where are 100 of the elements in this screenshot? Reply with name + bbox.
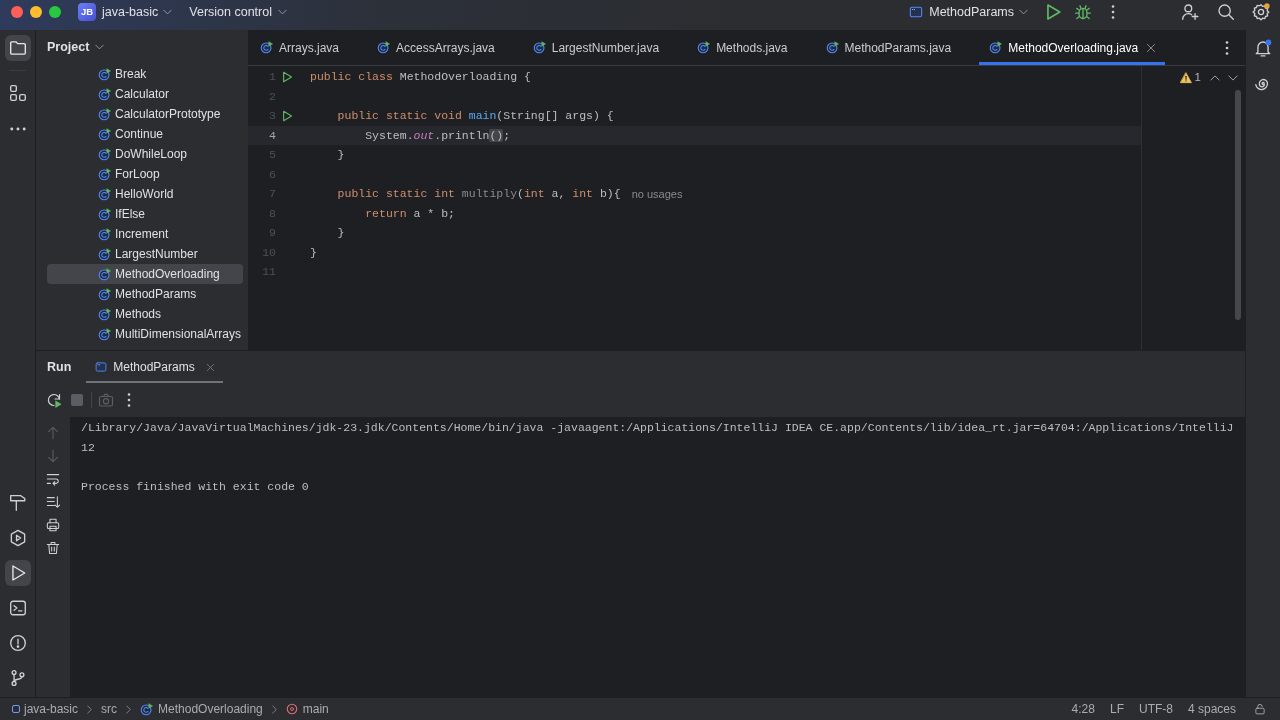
- class-icon: [98, 247, 111, 261]
- class-icon: [260, 41, 273, 54]
- search-icon[interactable]: [1217, 3, 1235, 21]
- editor-tab[interactable]: Arrays.java: [250, 30, 350, 65]
- run-gutter-icon[interactable]: [281, 70, 293, 83]
- inlay-hint: no usages: [631, 186, 683, 202]
- tree-item[interactable]: MethodOverloading: [47, 264, 243, 284]
- terminal-icon[interactable]: [8, 598, 27, 617]
- branch-icon[interactable]: [8, 668, 27, 687]
- play-hexagon-icon[interactable]: [8, 528, 27, 547]
- play-icon[interactable]: [4, 559, 31, 586]
- window-minimize-icon[interactable]: [30, 6, 42, 18]
- tree-item[interactable]: ForLoop: [47, 164, 243, 184]
- folder-icon[interactable]: [4, 35, 31, 61]
- more-icon[interactable]: [1111, 4, 1115, 20]
- tree-item[interactable]: Continue: [47, 124, 243, 144]
- circle-icon: [285, 703, 298, 715]
- more-icon[interactable]: [1225, 39, 1229, 56]
- panel-view-dropdown[interactable]: Project: [47, 37, 105, 57]
- initials-badge: JB: [78, 3, 96, 21]
- scrollbar-thumb[interactable]: [1235, 90, 1241, 320]
- editor-tab[interactable]: AccessArrays.java: [367, 30, 505, 65]
- class-icon: [98, 267, 111, 281]
- tree-item[interactable]: CalculatorPrototype: [47, 104, 243, 124]
- breadcrumb[interactable]: java-basic: [12, 700, 79, 718]
- tree-item[interactable]: LargestNumber: [47, 244, 243, 264]
- console-line: 12: [81, 439, 95, 456]
- bug-icon[interactable]: [1074, 3, 1092, 21]
- class-icon: [140, 702, 154, 716]
- window-icon: [95, 361, 108, 373]
- editor-tab[interactable]: LargestNumber.java: [522, 30, 670, 65]
- class-icon: [98, 327, 111, 341]
- window-close-icon[interactable]: [11, 6, 23, 18]
- chevron-down-icon: [1019, 9, 1028, 15]
- console-line: Process finished with exit code 0: [81, 478, 309, 495]
- tree-item[interactable]: Calculator: [47, 84, 243, 104]
- code-line: public static int multiply(int a, int b){: [337, 186, 621, 203]
- class-icon: [98, 87, 111, 101]
- class-icon: [697, 41, 711, 54]
- editor-tab[interactable]: MethodParams.java: [815, 30, 962, 65]
- wrap-icon[interactable]: [46, 471, 60, 486]
- chevron-right-icon: [271, 704, 277, 714]
- line-number: 4: [269, 127, 276, 144]
- close-icon[interactable]: [1147, 43, 1156, 52]
- chevron-right-icon: [126, 704, 132, 714]
- code-line: return a * b;: [365, 205, 455, 222]
- run-gutter-icon[interactable]: [281, 109, 293, 122]
- settings-icon[interactable]: [1252, 3, 1270, 21]
- class-icon: [98, 287, 111, 301]
- panel-title: Run: [46, 358, 72, 376]
- warning-icon[interactable]: [1179, 72, 1192, 84]
- class-icon: [98, 127, 111, 141]
- class-icon: [532, 41, 546, 54]
- code-line: System.out.println();: [365, 127, 511, 144]
- scroll-to-end-icon[interactable]: [46, 494, 60, 509]
- tree-item[interactable]: Increment: [47, 224, 243, 244]
- warning-count[interactable]: 1: [1194, 69, 1201, 87]
- breadcrumb[interactable]: src: [101, 700, 118, 718]
- chevron-down-icon: [163, 9, 173, 15]
- editor-tab[interactable]: Methods.java: [687, 30, 798, 65]
- tree-item[interactable]: HelloWorld: [47, 184, 243, 204]
- run-icon[interactable]: [1044, 3, 1062, 21]
- class-icon: [98, 207, 111, 221]
- tree-item[interactable]: DoWhileLoop: [47, 144, 243, 164]
- breadcrumb[interactable]: MethodOverloading: [140, 700, 263, 718]
- status-widget[interactable]: 4:28: [1071, 700, 1095, 718]
- vcs-dropdown[interactable]: Version control: [189, 2, 287, 22]
- class-icon: [98, 67, 111, 81]
- add-user-icon[interactable]: [1181, 3, 1199, 21]
- class-icon: [98, 187, 111, 201]
- code-line: public class MethodOverloading {: [310, 69, 531, 86]
- status-widget[interactable]: 4 spaces: [1187, 700, 1236, 718]
- trash-icon[interactable]: [46, 540, 60, 555]
- chevron-down-icon[interactable]: [1228, 75, 1238, 81]
- chevron-up-icon[interactable]: [1210, 75, 1220, 81]
- tree-item[interactable]: MethodParams: [47, 284, 243, 304]
- printer-icon[interactable]: [46, 517, 60, 532]
- rerun-icon[interactable]: [46, 392, 62, 408]
- blocks-icon[interactable]: [8, 84, 27, 102]
- window-icon: [909, 5, 924, 19]
- run-config-dropdown[interactable]: MethodParams: [909, 2, 1028, 22]
- tree-item[interactable]: IfElse: [47, 204, 243, 224]
- chevron-down-icon: [277, 9, 287, 15]
- code-line: }: [310, 244, 317, 261]
- workspace-switcher[interactable]: JB java-basic: [78, 2, 173, 22]
- status-widget[interactable]: UTF-8: [1138, 700, 1173, 718]
- notifications-icon[interactable]: [1254, 39, 1272, 57]
- status-widget[interactable]: LF: [1109, 700, 1124, 718]
- window-zoom-icon[interactable]: [49, 6, 61, 18]
- tree-item[interactable]: Methods: [47, 304, 243, 324]
- alert-icon[interactable]: [8, 633, 27, 652]
- editor-tab[interactable]: MethodOverloading.java: [979, 30, 1166, 65]
- close-icon[interactable]: [206, 363, 214, 371]
- tree-item[interactable]: MultiDimensionalArrays: [47, 324, 243, 344]
- tree-item[interactable]: Break: [47, 64, 243, 84]
- lock-icon[interactable]: [1254, 703, 1266, 715]
- run-tab[interactable]: MethodParams: [86, 351, 223, 383]
- breadcrumb[interactable]: main: [285, 700, 329, 718]
- hammer-icon[interactable]: [8, 493, 27, 512]
- class-icon: [377, 41, 391, 54]
